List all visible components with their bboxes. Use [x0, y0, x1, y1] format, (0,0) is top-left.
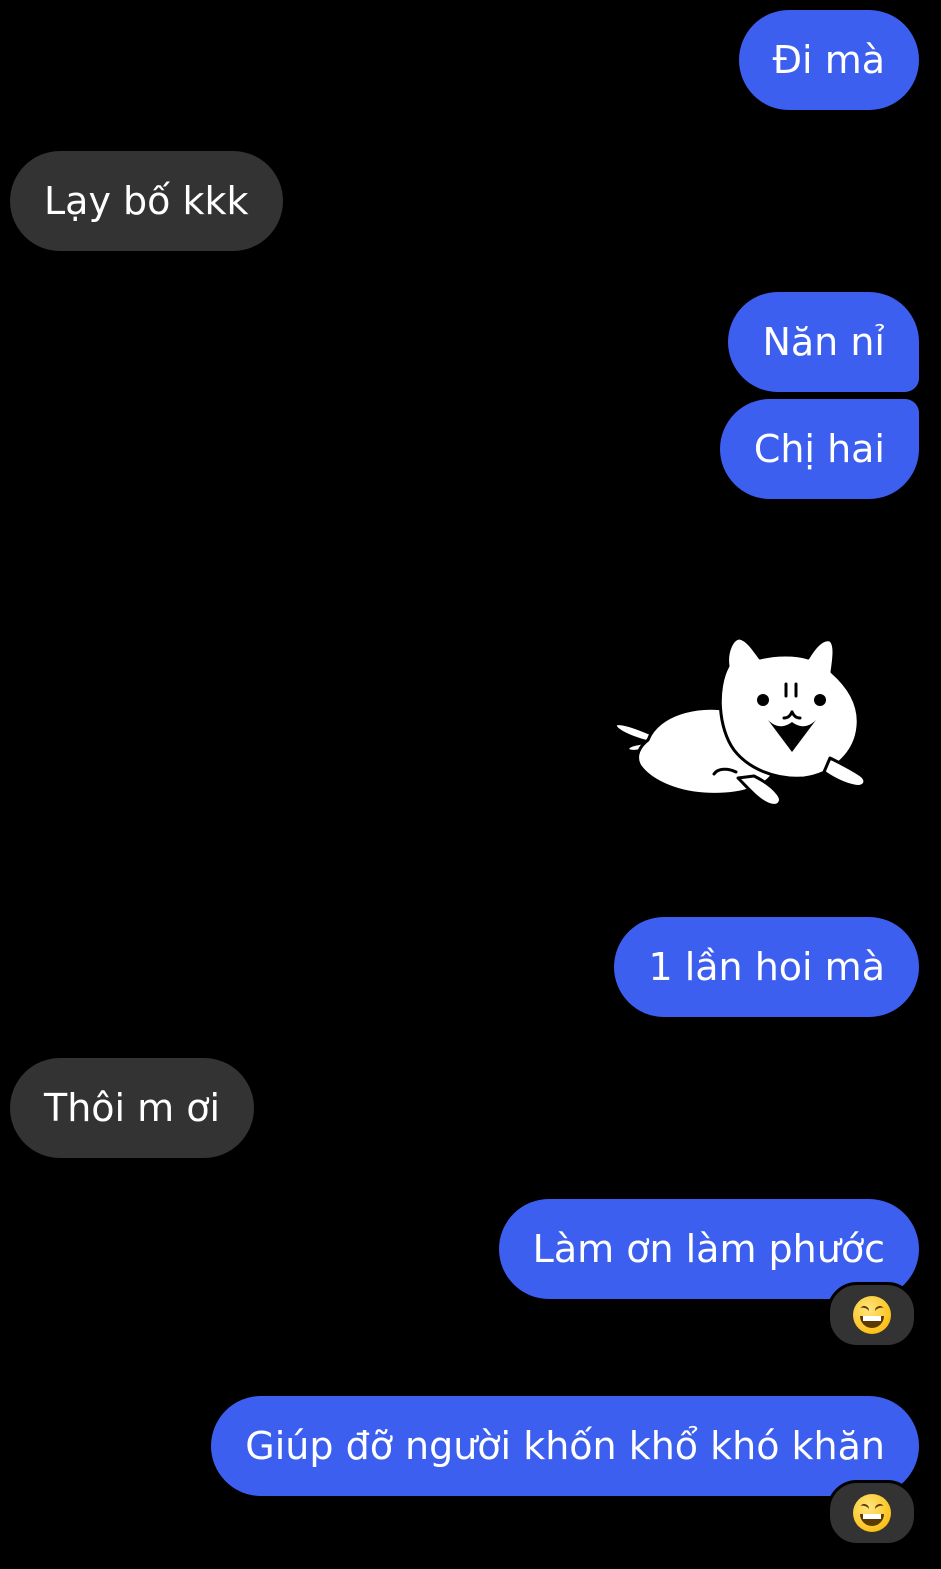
- sent-message-bubble[interactable]: Giúp đỡ người khốn khổ khó khăn: [211, 1396, 919, 1496]
- message-text: Làm ơn làm phước: [532, 1227, 885, 1271]
- grinning-squinting-face-emoji-icon: [853, 1494, 891, 1532]
- sent-message-bubble[interactable]: Năn nỉ: [728, 292, 919, 392]
- message-text: Đi mà: [772, 38, 885, 82]
- message-text: Lạy bố kkk: [44, 179, 249, 223]
- sent-message-bubble[interactable]: Chị hai: [719, 399, 919, 499]
- message-text: Thôi m ơi: [44, 1086, 221, 1130]
- sent-message-bubble[interactable]: Đi mà: [738, 10, 919, 110]
- message-text: Chị hai: [753, 427, 885, 471]
- white-cat-sticker[interactable]: [608, 628, 872, 818]
- received-message-bubble[interactable]: Lạy bố kkk: [10, 151, 283, 251]
- message-reaction-badge[interactable]: [827, 1480, 917, 1546]
- grinning-squinting-face-emoji-icon: [853, 1296, 891, 1334]
- message-reaction-badge[interactable]: [827, 1282, 917, 1348]
- sent-message-bubble[interactable]: 1 lần hoi mà: [614, 917, 919, 1017]
- cat-sticker-icon: [613, 636, 867, 807]
- message-text: Năn nỉ: [762, 320, 885, 364]
- message-text: 1 lần hoi mà: [648, 945, 885, 989]
- message-text: Giúp đỡ người khốn khổ khó khăn: [245, 1424, 885, 1468]
- received-message-bubble[interactable]: Thôi m ơi: [10, 1058, 255, 1158]
